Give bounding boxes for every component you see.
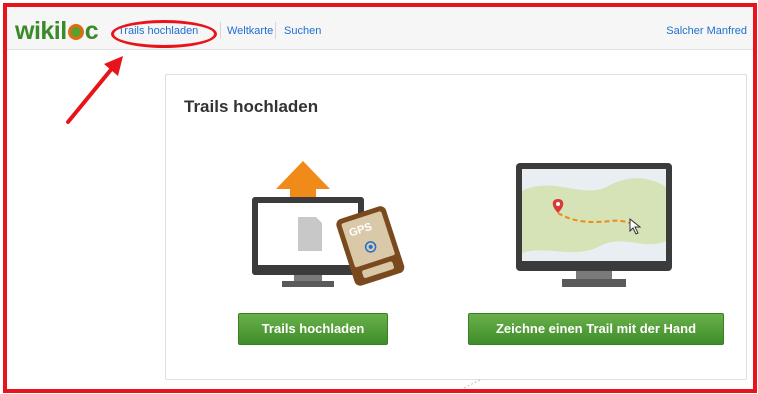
user-name-link[interactable]: Salcher Manfred [666,25,747,37]
wikiloc-logo[interactable]: wikil c [15,17,99,45]
map-drawing-illustration-icon [516,163,672,287]
trails-hochladen-button[interactable]: Trails hochladen [238,313,388,345]
dashed-line-decoration-icon [463,379,481,389]
logo-text-start: wikil [15,17,67,45]
page-title: Trails hochladen [184,97,319,116]
nav-weltkarte[interactable]: Weltkarte [227,25,273,37]
upload-options-card: Trails hochladen GPS Trails hochladen Ze… [165,74,747,380]
nav-separator [220,22,221,39]
document-icon [298,217,322,251]
upload-gps-illustration-icon: GPS [252,161,405,287]
logo-text-end: c [84,17,99,45]
draw-trail-by-hand-button[interactable]: Zeichne einen Trail mit der Hand [468,313,724,345]
nav-separator [275,22,276,39]
annotation-ellipse [111,20,217,48]
nav-suchen[interactable]: Suchen [284,25,321,37]
annotation-arrow-icon [66,56,123,124]
top-navigation-bar: wikil c Trails hochladen Weltkarte Suchen… [7,7,753,50]
logo-o-mark-icon [67,24,84,40]
